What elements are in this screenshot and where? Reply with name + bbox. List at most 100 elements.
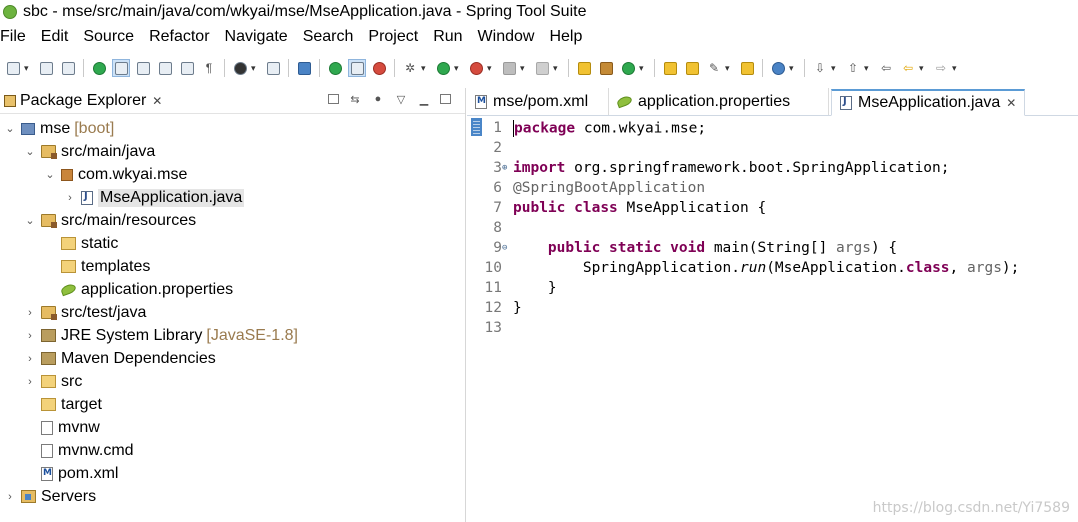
previous-annotation-arrow-icon[interactable]: ⇧ — [844, 59, 862, 77]
console-dropdown-icon[interactable]: ▾ — [251, 63, 259, 74]
back-dropdown-icon[interactable]: ▾ — [919, 63, 927, 74]
run-external-tools-icon[interactable] — [467, 59, 485, 77]
previous-annotation-dropdown-icon[interactable]: ▾ — [864, 63, 872, 74]
debug-icon[interactable]: ✲ — [401, 59, 419, 77]
chevron-right-icon[interactable]: › — [4, 491, 16, 503]
tree-item[interactable]: › src/test/java — [24, 301, 146, 324]
menu-search[interactable]: Search — [303, 28, 361, 46]
menu-source[interactable]: Source — [83, 28, 141, 46]
terminal-icon[interactable] — [264, 59, 282, 77]
menu-help[interactable]: Help — [549, 28, 589, 46]
tree-item[interactable]: ⌄ com.wkyai.mse — [44, 163, 187, 186]
maximize-icon[interactable] — [440, 94, 451, 104]
deploy-icon[interactable] — [533, 59, 551, 77]
chevron-right-icon[interactable]: › — [24, 353, 36, 365]
tree-item[interactable]: › Servers — [4, 485, 96, 508]
relaunch-icon[interactable] — [370, 59, 388, 77]
new-icon[interactable] — [4, 59, 22, 77]
open-type-icon[interactable] — [661, 59, 679, 77]
menu-edit[interactable]: Edit — [41, 28, 76, 46]
new-java-class-icon[interactable] — [597, 59, 615, 77]
refresh-icon[interactable] — [619, 59, 637, 77]
tree-item[interactable]: target — [24, 393, 102, 416]
new-dropdown-icon[interactable]: ▾ — [24, 63, 32, 74]
search-tool-icon[interactable]: ✎ — [705, 59, 723, 77]
close-icon[interactable]: ✕ — [1006, 96, 1016, 110]
tree-item[interactable]: mvnw.cmd — [24, 439, 134, 462]
chevron-right-icon[interactable]: › — [64, 192, 76, 204]
view-menu-icon[interactable]: ▽ — [394, 92, 408, 106]
forward-icon[interactable]: ⇨ — [932, 59, 950, 77]
chevron-right-icon[interactable]: › — [24, 307, 36, 319]
menu-refactor[interactable]: Refactor — [149, 28, 216, 46]
open-task-icon[interactable] — [738, 59, 756, 77]
task-icon[interactable] — [156, 59, 174, 77]
stop-dropdown-icon[interactable]: ▾ — [520, 63, 528, 74]
forward-dropdown-icon[interactable]: ▾ — [952, 63, 960, 74]
debug-dropdown-icon[interactable]: ▾ — [421, 63, 429, 74]
web-browser-icon[interactable] — [769, 59, 787, 77]
close-icon[interactable]: ✕ — [152, 94, 162, 108]
chevron-down-icon[interactable]: ⌄ — [4, 122, 16, 135]
refresh-dropdown-icon[interactable]: ▾ — [639, 63, 647, 74]
editor-tab[interactable]: MseApplication.java ✕ — [831, 89, 1026, 116]
next-annotation-arrow-icon[interactable]: ⇩ — [811, 59, 829, 77]
tree-item[interactable]: ⌄ src/main/java — [24, 140, 155, 163]
back-icon[interactable]: ⇦ — [899, 59, 917, 77]
chevron-down-icon[interactable]: ⌄ — [44, 168, 56, 181]
tree-item[interactable]: › JRE System Library [JavaSE-1.8] — [24, 324, 298, 347]
chevron-right-icon[interactable]: › — [24, 330, 36, 342]
open-folder-icon[interactable] — [683, 59, 701, 77]
tree-item[interactable]: mvnw — [24, 416, 100, 439]
menu-window[interactable]: Window — [478, 28, 542, 46]
chevron-right-icon[interactable]: › — [24, 376, 36, 388]
expand-fold-icon[interactable]: ⊕ — [502, 163, 513, 173]
link-with-editor-icon[interactable]: ⇆ — [348, 92, 362, 106]
tree-item[interactable]: application.properties — [44, 278, 233, 301]
external-tools-dropdown-icon[interactable]: ▾ — [487, 63, 495, 74]
tree-item[interactable]: › Maven Dependencies — [24, 347, 216, 370]
browser-dropdown-icon[interactable]: ▾ — [789, 63, 797, 74]
start-server-icon[interactable] — [326, 59, 344, 77]
skip-breakpoints-icon[interactable] — [295, 59, 313, 77]
tree-item[interactable]: › src — [24, 370, 82, 393]
search-dropdown-icon[interactable]: ▾ — [725, 63, 733, 74]
run-dropdown-icon[interactable]: ▾ — [454, 63, 462, 74]
editor-tab[interactable]: mse/pom.xml — [467, 88, 609, 115]
deploy-dropdown-icon[interactable]: ▾ — [553, 63, 561, 74]
collapse-all-icon[interactable] — [328, 94, 339, 104]
menu-navigate[interactable]: Navigate — [225, 28, 295, 46]
package-explorer-tab[interactable]: Package Explorer ✕ — [0, 92, 162, 110]
code-area[interactable]: 1 package com.wkyai.mse; 2 3 ⊕ import org.spr… — [467, 116, 1078, 522]
collapse-fold-icon[interactable]: ⊖ — [502, 243, 513, 253]
focus-active-task-icon[interactable]: ● — [371, 92, 385, 106]
tree-item[interactable]: static — [44, 232, 118, 255]
menu-file[interactable]: File — [0, 28, 33, 46]
tree-item[interactable]: templates — [44, 255, 150, 278]
stop-icon[interactable] — [500, 59, 518, 77]
menu-run[interactable]: Run — [433, 28, 469, 46]
save-icon[interactable] — [37, 59, 55, 77]
chevron-down-icon[interactable]: ⌄ — [24, 214, 36, 227]
open-console-icon[interactable] — [231, 59, 249, 77]
editor-tab[interactable]: application.properties — [609, 88, 829, 115]
last-edit-location-icon[interactable]: ⇦ — [877, 59, 895, 77]
toggle-view-icon[interactable] — [348, 59, 366, 77]
line-number: 11 — [484, 280, 502, 296]
minimize-icon[interactable]: ▁ — [417, 92, 431, 106]
mark-occurrences-icon[interactable] — [112, 59, 130, 77]
new-spring-starter-icon[interactable] — [575, 59, 593, 77]
tree-item[interactable]: › MseApplication.java — [64, 186, 245, 209]
run-icon[interactable] — [434, 59, 452, 77]
save-all-icon[interactable] — [59, 59, 77, 77]
show-whitespace-icon[interactable]: ¶ — [200, 59, 218, 77]
next-annotation-icon[interactable] — [134, 59, 152, 77]
chevron-down-icon[interactable]: ⌄ — [24, 145, 36, 158]
next-annotation-dropdown-icon[interactable]: ▾ — [831, 63, 839, 74]
tree-item[interactable]: pom.xml — [24, 462, 118, 485]
boot-dashboard-icon[interactable] — [90, 59, 108, 77]
menu-project[interactable]: Project — [368, 28, 425, 46]
tree-item[interactable]: ⌄ mse [boot] — [4, 117, 114, 140]
block-selection-icon[interactable] — [178, 59, 196, 77]
tree-item[interactable]: ⌄ src/main/resources — [24, 209, 196, 232]
